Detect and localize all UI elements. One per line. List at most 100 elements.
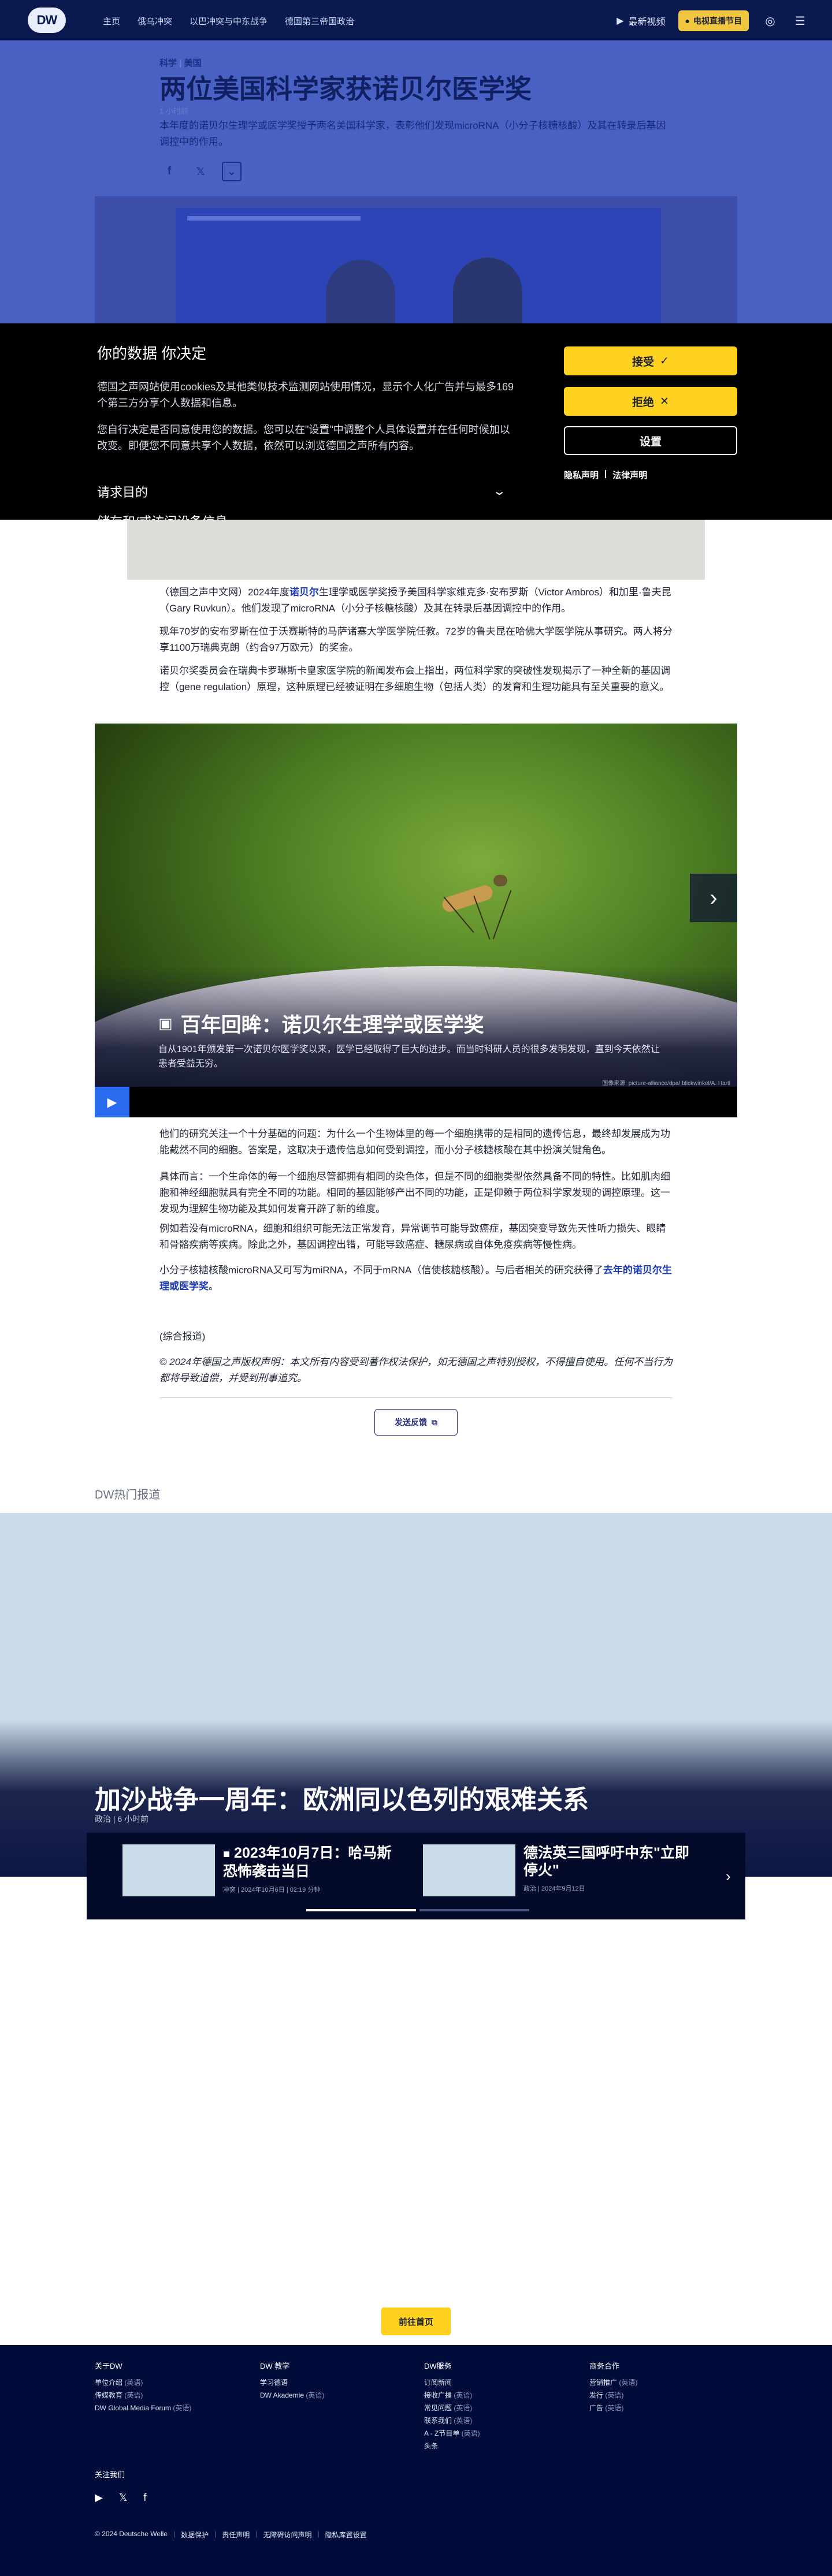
youtube-icon[interactable]: ▶ bbox=[95, 2492, 103, 2504]
footer-link[interactable]: 常见问题 (英语) bbox=[424, 2402, 480, 2414]
footer-col-learn: DW 教学 学习德语 DW Akademie (英语) bbox=[260, 2360, 324, 2402]
feedback-label: 发送反馈 bbox=[395, 1418, 427, 1427]
legal-link-accessibility[interactable]: 无障碍访问声明 bbox=[263, 2530, 311, 2540]
image-gallery[interactable]: › ▣ 百年回眸：诺贝尔生理学或医学奖 自从1901年颁发第一次诺贝尔医学奖以来… bbox=[95, 724, 737, 1117]
legal-link[interactable]: 法律声明 bbox=[612, 469, 647, 481]
card-title: ■ 2023年10月7日：哈马斯恐怖袭击当日 bbox=[223, 1844, 396, 1880]
settings-label: 设置 bbox=[639, 435, 662, 448]
nav-item-mideast[interactable]: 以巴冲突与中东战争 bbox=[190, 15, 268, 27]
kicker-usa[interactable]: 美国 bbox=[184, 58, 202, 68]
social-links: ▶ 𝕏 f bbox=[95, 2492, 146, 2504]
nav-item-politics[interactable]: 德国第三帝国政治 bbox=[285, 15, 354, 27]
footer-link[interactable]: 单位介绍 (英语) bbox=[95, 2376, 191, 2389]
footer-col-services: DW服务 订阅新闻 接收广播 (英语) 常见问题 (英语) 联系我们 (英语) … bbox=[424, 2360, 480, 2452]
nav-item-ukraine[interactable]: 俄乌冲突 bbox=[138, 15, 172, 27]
live-dot-icon: ● bbox=[685, 16, 690, 25]
article-header: 科学 | 美国 两位美国科学家获诺贝尔医学奖 1 小时前 本年度的诺贝尔生理学或… bbox=[0, 40, 832, 323]
top-story-title[interactable]: 加沙战争一周年：欧洲同以色列的艰难关系 bbox=[95, 1779, 589, 1816]
footer-col-business: 商务合作 营销推广 (英语) 发行 (英语) 广告 (英语) bbox=[589, 2360, 637, 2414]
gallery-next-arrow-icon[interactable]: › bbox=[690, 874, 737, 922]
footer-link[interactable]: 接收广播 (英语) bbox=[424, 2389, 480, 2402]
close-icon: ✕ bbox=[660, 395, 669, 408]
portrait-left bbox=[326, 260, 395, 323]
go-home-button[interactable]: 前往首页 bbox=[381, 2307, 451, 2335]
related-card[interactable]: ■ 2023年10月7日：哈马斯恐怖袭击当日 冲突 | 2024年10月6日 |… bbox=[122, 1844, 396, 1896]
live-tv-button[interactable]: ● 电视直播节目 bbox=[678, 10, 749, 31]
legal-links: © 2024 Deutsche Welle | 数据保护 | 责任声明 | 无障碍访问… bbox=[95, 2530, 367, 2540]
footer-heading: 关于DW bbox=[95, 2362, 122, 2370]
footer-heading: DW 教学 bbox=[260, 2362, 290, 2370]
reject-label: 拒绝 bbox=[632, 396, 655, 409]
footer-link[interactable]: 联系我们 (英语) bbox=[424, 2414, 480, 2427]
dw-logo[interactable]: DW bbox=[28, 8, 66, 33]
footer-link[interactable]: DW Global Media Forum (英语) bbox=[95, 2402, 191, 2414]
page-title: 两位美国科学家获诺贝尔医学奖 bbox=[159, 74, 532, 104]
footer-link[interactable]: A - Z节目单 (英语) bbox=[424, 2427, 480, 2440]
footer-link[interactable]: 传媒教育 (英语) bbox=[95, 2389, 191, 2402]
x-icon[interactable]: 𝕏 bbox=[191, 162, 210, 181]
chevron-right-icon[interactable]: › bbox=[726, 1867, 731, 1885]
p1-text-a: （德国之声中文网）2024年度 bbox=[159, 587, 289, 598]
facebook-icon[interactable]: f bbox=[143, 2492, 146, 2504]
consent-purposes-toggle[interactable]: 请求目的 bbox=[97, 482, 148, 501]
latest-video-link[interactable]: ▶ 最新视频 bbox=[616, 14, 665, 28]
menu-icon[interactable]: ☰ bbox=[792, 12, 809, 29]
paragraph-3: 诺贝尔奖委员会在瑞典卡罗琳斯卡皇家医学院的新闻发布会上指出，两位科学家的突破性发… bbox=[159, 665, 670, 692]
card-thumbnail bbox=[423, 1844, 515, 1896]
play-icon[interactable]: ▶ bbox=[95, 1087, 129, 1117]
carousel-indicator[interactable] bbox=[419, 1909, 529, 1911]
reject-button[interactable]: 拒绝 ✕ bbox=[564, 387, 737, 416]
feedback-button[interactable]: 发送反馈 ⧉ bbox=[374, 1409, 458, 1436]
privacy-link[interactable]: 隐私声明 bbox=[564, 469, 599, 481]
footer-col-about: 关于DW 单位介绍 (英语) 传媒教育 (英语) DW Global Media… bbox=[95, 2360, 191, 2414]
legal-link-privacy-settings[interactable]: 隐私库置设置 bbox=[325, 2530, 367, 2540]
consent-links: 隐私声明 | 法律声明 bbox=[564, 469, 648, 481]
footer: 关于DW 单位介绍 (英语) 传媒教育 (英语) DW Global Media… bbox=[0, 2345, 832, 2576]
card-title-text: 2023年10月7日：哈马斯恐怖袭击当日 bbox=[223, 1845, 392, 1880]
card-meta: 冲突 | 2024年10月6日 | 02:19 分钟 bbox=[223, 1887, 321, 1893]
settings-button[interactable]: 设置 bbox=[564, 426, 737, 455]
paragraph-6: 例如若没有microRNA，细胞和组织可能无法正常发育，异常调节可能导致癌症，基… bbox=[159, 1223, 666, 1250]
footer-link[interactable]: 订阅新闻 bbox=[424, 2376, 480, 2389]
x-icon[interactable]: 𝕏 bbox=[119, 2492, 128, 2504]
related-card[interactable]: 德法英三国呼吁中东"立即停火" 政治 | 2024年9月12日 bbox=[423, 1844, 697, 1896]
kicker-science[interactable]: 科学 bbox=[159, 58, 177, 68]
facebook-icon[interactable]: f bbox=[159, 162, 179, 181]
related-cards: ■ 2023年10月7日：哈马斯恐怖袭击当日 冲突 | 2024年10月6日 |… bbox=[87, 1833, 745, 1919]
footer-link[interactable]: 营销推广 (英语) bbox=[589, 2376, 637, 2389]
top-navigation: DW 主页 俄乌冲突 以巴冲突与中东战争 德国第三帝国政治 ▶ 最新视频 ● 电… bbox=[0, 0, 832, 40]
legal-link-disclaimer[interactable]: 责任声明 bbox=[222, 2530, 250, 2540]
gallery-control-bar bbox=[95, 1087, 737, 1117]
live-tv-label: 电视直播节目 bbox=[693, 16, 742, 25]
footer-link[interactable]: 学习德语 bbox=[260, 2376, 324, 2389]
source-note: (综合报道) bbox=[159, 1331, 206, 1342]
footer-link[interactable]: 广告 (英语) bbox=[589, 2402, 637, 2414]
card-meta: 政治 | 2024年9月12日 bbox=[523, 1885, 585, 1892]
nobel-link[interactable]: 诺贝尔 bbox=[289, 587, 319, 598]
follow-us-label: 关注我们 bbox=[95, 2470, 125, 2479]
legal-link-privacy[interactable]: 数据保护 bbox=[181, 2530, 209, 2540]
chevron-down-icon[interactable]: ⌄ bbox=[492, 484, 507, 498]
gallery-icon: ▣ bbox=[158, 1015, 173, 1032]
play-icon: ▶ bbox=[616, 16, 624, 26]
share-bar: f 𝕏 ⌄ bbox=[159, 162, 242, 181]
accept-button[interactable]: 接受 ✓ bbox=[564, 346, 737, 375]
footer-link[interactable]: DW Akademie (英语) bbox=[260, 2389, 324, 2402]
more-share-chevron-icon[interactable]: ⌄ bbox=[222, 162, 242, 181]
video-icon: ■ bbox=[223, 1848, 231, 1861]
carousel-indicator-active[interactable] bbox=[306, 1909, 416, 1911]
footer-heading: DW服务 bbox=[424, 2362, 452, 2370]
footer-link[interactable]: 头条 bbox=[424, 2440, 480, 2452]
language-icon[interactable]: ◎ bbox=[762, 12, 779, 29]
card-title: 德法英三国呼吁中东"立即停火" bbox=[523, 1845, 689, 1878]
consent-cut-text: 储存和/或访问设备信息 bbox=[97, 514, 228, 520]
paragraph-7: 小分子核糖核酸microRNA又可写为miRNA，不同于mRNA（信使核糖核酸）… bbox=[159, 1262, 673, 1295]
gallery-description: 自从1901年颁发第一次诺贝尔医学奖以来，医学已经取得了巨大的进步。而当时科研人… bbox=[158, 1045, 660, 1069]
ad-placeholder bbox=[127, 520, 705, 580]
footer-link[interactable]: 发行 (英语) bbox=[589, 2389, 637, 2402]
copy-icon: ⧉ bbox=[432, 1417, 437, 1427]
mosquito-head bbox=[493, 875, 507, 886]
image-credit: 图像来源: picture-alliance/dpa/ blickwinkel/… bbox=[602, 1080, 730, 1087]
top-story[interactable]: 加沙战争一周年：欧洲同以色列的艰难关系 政治 | 6 小时前 bbox=[0, 1513, 832, 1877]
nav-item-home[interactable]: 主页 bbox=[103, 15, 120, 27]
